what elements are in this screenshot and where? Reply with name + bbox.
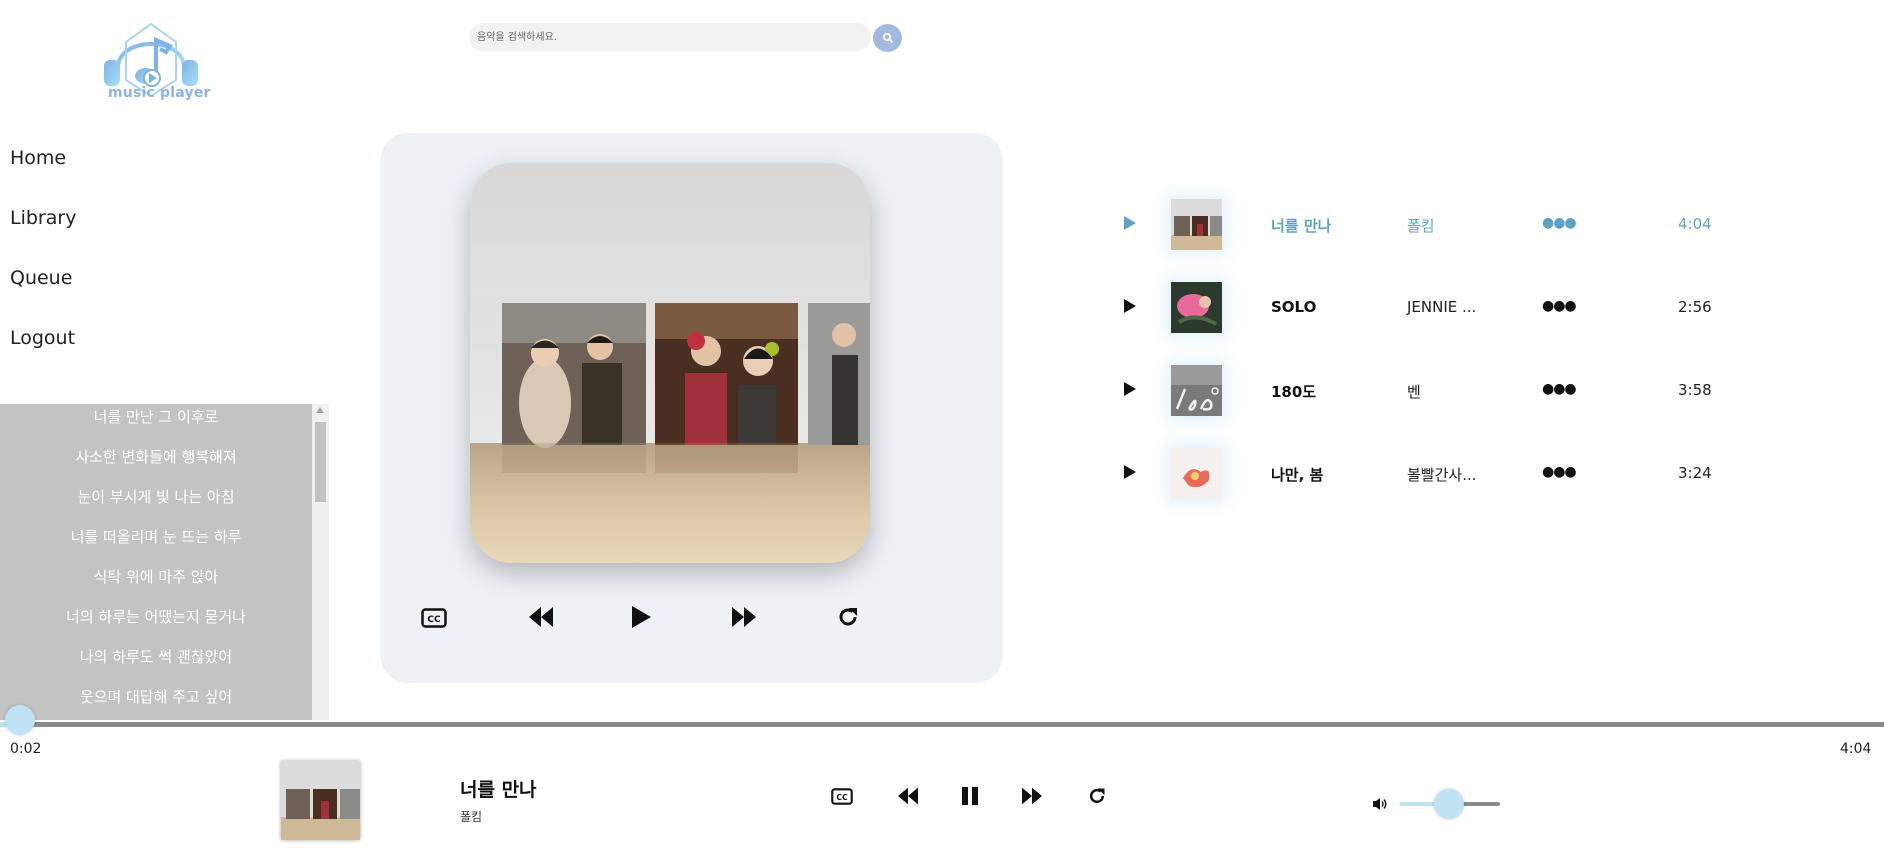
now-playing-artist: 폴킴 [460, 810, 483, 824]
playlist-row[interactable]: 180도 벤 ●●● 3:58 [1110, 360, 1750, 420]
svg-text:CC: CC [836, 792, 848, 801]
play-icon[interactable] [1124, 465, 1136, 479]
closed-captions-button[interactable]: CC [830, 784, 854, 808]
scroll-up-arrow[interactable] [316, 407, 324, 413]
playlist-row[interactable]: 나만, 봄 볼빨간사... ●●● 3:24 [1110, 443, 1750, 503]
lyrics-panel[interactable]: 너를 만난 그 이후로 사소한 변화들에 행복해져 눈이 부시게 빛 나는 아침… [0, 404, 329, 720]
rewind-button[interactable] [896, 784, 920, 808]
lyric-line: 사소한 변화들에 행복해져 [75, 448, 237, 466]
lyric-line: 너를 떠올리며 눈 뜨는 하루 [70, 528, 242, 546]
nav-home[interactable]: Home [10, 147, 66, 169]
track-artist: JENNIE ... [1407, 298, 1477, 316]
repeat-icon [839, 608, 857, 626]
lyric-line: 너를 만난 그 이후로 [93, 408, 219, 426]
track-thumbnail [1171, 282, 1222, 333]
progress-bar[interactable] [0, 722, 1884, 727]
rewind-icon [898, 787, 918, 805]
scrollbar-thumb[interactable] [315, 422, 326, 502]
closed-captions-button[interactable]: CC [420, 604, 448, 632]
rewind-icon [529, 607, 553, 627]
track-title[interactable]: 180도 [1271, 381, 1316, 402]
track-thumbnail [1171, 199, 1222, 250]
more-options-icon[interactable]: ●●● [1542, 464, 1577, 480]
volume-icon [1373, 798, 1387, 810]
volume-handle[interactable] [1434, 789, 1464, 819]
track-title[interactable]: 너를 만나 [1271, 215, 1331, 236]
svg-text:CC: CC [427, 615, 441, 625]
search-input[interactable] [469, 23, 871, 51]
lyric-line: 웃으며 대답해 주고 싶어 [79, 688, 233, 706]
volume-button[interactable] [1371, 795, 1389, 813]
fast-forward-icon [732, 607, 756, 627]
track-duration: 2:56 [1678, 298, 1712, 316]
more-options-icon[interactable]: ●●● [1542, 381, 1577, 397]
repeat-icon [1089, 788, 1105, 804]
now-playing-title: 너를 만나 [460, 779, 537, 801]
fast-forward-icon [1022, 787, 1042, 805]
now-playing-thumbnail [281, 761, 360, 840]
play-icon[interactable] [1124, 382, 1136, 396]
lyrics-scrollbar[interactable] [312, 404, 329, 720]
nav-library[interactable]: Library [10, 207, 76, 229]
playlist-row[interactable]: 너를 만나 폴킴 ●●● 4:04 [1110, 194, 1750, 254]
track-duration: 3:58 [1678, 381, 1712, 399]
progress-handle[interactable] [5, 705, 35, 735]
track-title[interactable]: 나만, 봄 [1271, 464, 1323, 485]
search-button[interactable] [873, 24, 902, 52]
play-icon [632, 606, 651, 628]
lyric-line: 식탁 위에 마주 앉아 [93, 568, 219, 586]
track-thumbnail [1171, 365, 1222, 416]
more-options-icon[interactable]: ●●● [1542, 215, 1577, 231]
closed-captions-icon: CC [831, 787, 853, 805]
pause-button[interactable] [958, 784, 982, 808]
lyric-line: 나의 하루도 썩 괜찮았어 [79, 648, 233, 666]
track-thumbnail [1171, 448, 1222, 499]
lyric-line: 눈이 부시게 빛 나는 아침 [77, 488, 235, 506]
track-artist: 벤 [1407, 383, 1421, 401]
track-duration: 4:04 [1678, 215, 1712, 233]
repeat-button[interactable] [1085, 784, 1109, 808]
more-options-icon[interactable]: ●●● [1542, 298, 1577, 314]
track-title[interactable]: SOLO [1271, 298, 1316, 316]
play-icon[interactable] [1124, 216, 1136, 230]
current-time: 0:02 [10, 741, 42, 757]
track-artist: 볼빨간사... [1407, 466, 1477, 484]
logo-text: music player [108, 85, 211, 101]
rewind-button[interactable] [527, 603, 555, 631]
pause-icon [962, 787, 978, 805]
repeat-button[interactable] [834, 603, 862, 631]
fast-forward-button[interactable] [730, 603, 758, 631]
nav-logout[interactable]: Logout [10, 327, 75, 349]
fast-forward-button[interactable] [1020, 784, 1044, 808]
track-artist: 폴킴 [1407, 217, 1435, 235]
album-art [470, 163, 870, 563]
lyric-line: 너의 하루는 어땠는지 묻거나 [66, 608, 246, 626]
total-time: 4:04 [1840, 741, 1872, 757]
search-icon [882, 32, 893, 44]
playlist-row[interactable]: SOLO JENNIE ... ●●● 2:56 [1110, 277, 1750, 337]
track-duration: 3:24 [1678, 464, 1712, 482]
play-button[interactable] [627, 603, 655, 631]
closed-captions-icon: CC [421, 608, 447, 628]
nav-queue[interactable]: Queue [10, 267, 72, 289]
play-icon[interactable] [1124, 299, 1136, 313]
